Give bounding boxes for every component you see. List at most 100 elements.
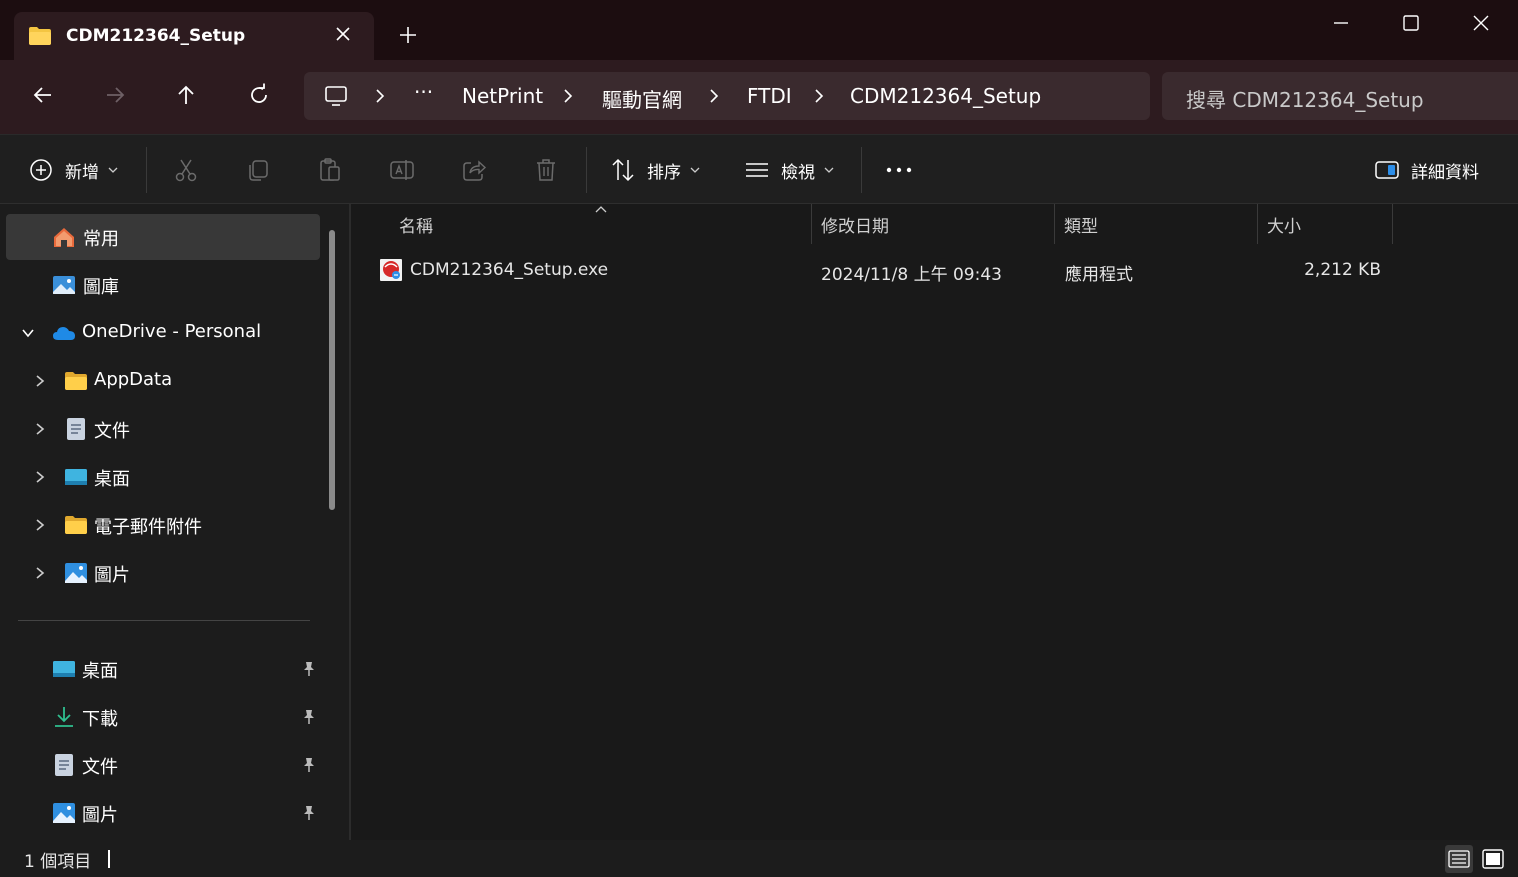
- cut-button[interactable]: [173, 135, 199, 205]
- breadcrumb-item-current[interactable]: CDM212364_Setup: [850, 84, 1041, 108]
- sort-icon: [612, 158, 634, 182]
- monitor-icon[interactable]: [324, 84, 348, 108]
- pin-icon[interactable]: [300, 756, 318, 774]
- pictures-icon: [53, 803, 75, 823]
- address-bar[interactable]: ··· NetPrint 驅動官網 FTDI CDM212364_Setup: [304, 72, 1150, 120]
- column-header-type[interactable]: 類型: [1064, 212, 1098, 237]
- sidebar-item-documents[interactable]: 文件: [6, 406, 320, 452]
- sort-button[interactable]: 排序: [610, 135, 700, 205]
- sidebar-item-label: 文件: [94, 421, 130, 442]
- sidebar-scrollbar[interactable]: [329, 230, 335, 510]
- new-label: 新增: [65, 162, 99, 183]
- folder-icon: [65, 516, 87, 534]
- new-button[interactable]: 新增: [28, 135, 118, 205]
- tab-current[interactable]: CDM212364_Setup: [14, 12, 374, 60]
- chevron-right-icon[interactable]: [32, 517, 48, 533]
- forward-arrow-icon[interactable]: [102, 82, 128, 108]
- sidebar-item-label: 電子郵件附件: [94, 517, 202, 538]
- column-divider[interactable]: [811, 204, 812, 244]
- column-header-name[interactable]: 名稱: [399, 212, 433, 237]
- sidebar-item-home[interactable]: 常用: [6, 214, 320, 260]
- search-placeholder[interactable]: 搜尋 CDM212364_Setup: [1186, 84, 1424, 113]
- toolbar-divider: [146, 147, 147, 193]
- details-pane-button[interactable]: 詳細資料: [1374, 135, 1479, 205]
- sidebar-item-gallery[interactable]: 圖庫: [6, 262, 320, 308]
- text-caret: [108, 850, 110, 868]
- share-button[interactable]: [461, 135, 487, 205]
- sidebar-divider: [18, 620, 310, 621]
- pictures-icon: [65, 563, 87, 583]
- sidebar-item-onedrive[interactable]: OneDrive - Personal: [6, 310, 320, 356]
- share-icon: [463, 160, 487, 181]
- file-name[interactable]: CDM212364_Setup.exe: [410, 260, 608, 280]
- sidebar-item-appdata[interactable]: AppData: [6, 358, 320, 404]
- rename-icon: [390, 160, 414, 180]
- search-box[interactable]: 搜尋 CDM212364_Setup: [1162, 72, 1518, 120]
- chevron-right-icon[interactable]: [560, 88, 576, 104]
- paste-button[interactable]: [317, 135, 343, 205]
- desktop-icon: [53, 661, 75, 677]
- sidebar-item-label: 桌面: [94, 469, 130, 490]
- close-icon[interactable]: [332, 23, 354, 45]
- chevron-right-icon[interactable]: [32, 565, 48, 581]
- table-row[interactable]: CDM212364_Setup.exe 2024/11/8 上午 09:43 應…: [375, 250, 1395, 290]
- rename-button[interactable]: [389, 135, 415, 205]
- desktop-icon: [65, 469, 87, 485]
- chevron-down-icon: [690, 167, 700, 173]
- chevron-right-icon[interactable]: [32, 373, 48, 389]
- tab-title: CDM212364_Setup: [66, 26, 246, 46]
- quick-access-downloads[interactable]: 下載: [6, 694, 320, 740]
- back-arrow-icon[interactable]: [30, 82, 56, 108]
- breadcrumb-overflow[interactable]: ···: [414, 80, 433, 104]
- chevron-right-icon[interactable]: [706, 88, 722, 104]
- chevron-right-icon[interactable]: [32, 469, 48, 485]
- gallery-icon: [53, 276, 75, 294]
- up-arrow-icon[interactable]: [173, 82, 199, 108]
- column-divider[interactable]: [1392, 204, 1393, 244]
- paste-icon: [320, 158, 340, 181]
- maximize-icon[interactable]: [1398, 10, 1424, 36]
- sidebar-item-pictures[interactable]: 圖片: [6, 550, 320, 596]
- pin-icon[interactable]: [300, 708, 318, 726]
- status-bar: 1 個項目: [0, 840, 1518, 877]
- toolbar-divider: [586, 147, 587, 193]
- chevron-right-icon[interactable]: [811, 88, 827, 104]
- quick-access-desktop[interactable]: 桌面: [6, 646, 320, 692]
- more-icon: [886, 167, 912, 173]
- home-icon: [54, 228, 74, 247]
- chevron-right-icon[interactable]: [32, 421, 48, 437]
- breadcrumb-item[interactable]: FTDI: [747, 84, 792, 108]
- add-circle-icon: [30, 159, 52, 181]
- breadcrumb-item[interactable]: NetPrint: [462, 84, 543, 108]
- sidebar-item-email-attachments[interactable]: 電子郵件附件: [6, 502, 320, 548]
- plus-icon[interactable]: [398, 25, 418, 45]
- column-divider[interactable]: [1257, 204, 1258, 244]
- details-label: 詳細資料: [1411, 162, 1479, 183]
- chevron-right-icon[interactable]: [372, 88, 388, 104]
- sort-ascending-icon: [595, 206, 607, 213]
- view-label: 檢視: [781, 162, 815, 183]
- pin-icon[interactable]: [300, 660, 318, 678]
- breadcrumb-item[interactable]: 驅動官網: [602, 84, 682, 113]
- copy-button[interactable]: [245, 135, 271, 205]
- sidebar-item-label: 下載: [82, 709, 118, 730]
- pin-icon[interactable]: [300, 804, 318, 822]
- column-divider[interactable]: [1054, 204, 1055, 244]
- chevron-down-icon[interactable]: [20, 325, 36, 341]
- refresh-icon[interactable]: [246, 82, 272, 108]
- cut-icon: [175, 159, 197, 182]
- quick-access-pictures[interactable]: 圖片: [6, 790, 320, 836]
- window-close-icon[interactable]: [1468, 10, 1494, 36]
- delete-button[interactable]: [533, 135, 559, 205]
- more-options-button[interactable]: [886, 135, 912, 205]
- column-header-modified[interactable]: 修改日期: [821, 212, 889, 237]
- column-header-size[interactable]: 大小: [1267, 212, 1301, 237]
- quick-access-documents[interactable]: 文件: [6, 742, 320, 788]
- sidebar-item-label: 常用: [83, 229, 119, 250]
- large-icons-view-icon[interactable]: [1478, 844, 1508, 874]
- sidebar-item-desktop[interactable]: 桌面: [6, 454, 320, 500]
- minimize-icon[interactable]: [1328, 10, 1354, 36]
- details-view-icon[interactable]: [1444, 844, 1474, 874]
- view-button[interactable]: 檢視: [744, 135, 834, 205]
- sidebar-item-label: AppData: [94, 369, 173, 390]
